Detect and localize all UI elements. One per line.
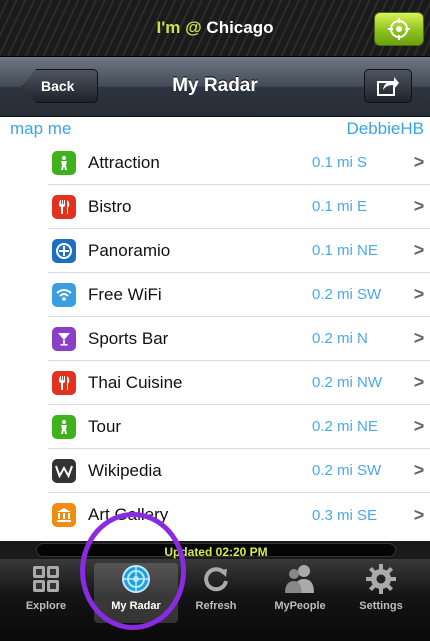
restaurant-icon	[52, 370, 76, 395]
location-label: I'm @ Chicago	[0, 18, 430, 38]
list-item[interactable]: Tour 0.2 mi NE >	[48, 405, 430, 449]
locate-button[interactable]	[374, 12, 424, 46]
chevron-right-icon: >	[413, 460, 425, 480]
place-distance: 0.2 mi SW	[312, 462, 382, 479]
people-icon	[285, 565, 314, 593]
tab-refresh[interactable]: Refresh	[186, 563, 246, 623]
place-distance: 0.3 mi SE	[312, 506, 378, 524]
explore-icon	[33, 566, 59, 592]
place-name: Panoramio	[88, 240, 171, 260]
location-city: Chicago	[206, 18, 274, 37]
tab-label: My Radar	[111, 600, 161, 612]
list-item[interactable]: Panoramio 0.1 mi NE >	[48, 229, 430, 273]
tab-label: MyPeople	[274, 600, 326, 612]
tab-bar: Explore My Radar Refresh MyPeople Settin…	[0, 559, 430, 641]
place-name: Art Gallery	[88, 505, 169, 524]
place-distance: 0.2 mi NE	[312, 418, 378, 435]
list-item[interactable]: Wikipedia 0.2 mi SW >	[48, 449, 430, 493]
list-item[interactable]: Art Gallery 0.3 mi SE >	[48, 493, 430, 537]
attraction-icon	[52, 150, 76, 175]
wifi-icon	[52, 282, 76, 307]
tab-label: Settings	[359, 600, 403, 612]
chevron-right-icon: >	[413, 504, 425, 525]
share-icon	[377, 77, 399, 96]
place-name: Free WiFi	[88, 284, 162, 304]
chevron-right-icon: >	[413, 328, 425, 348]
cocktail-icon	[52, 326, 76, 351]
list-item[interactable]: Thai Cuisine 0.2 mi NW >	[48, 361, 430, 405]
place-name: Tour	[88, 416, 122, 436]
gear-icon	[366, 564, 396, 594]
place-rows: Attraction 0.1 mi S > Bistro 0.1 mi E > …	[48, 141, 430, 537]
location-bar: I'm @ Chicago	[0, 0, 430, 57]
attraction-icon	[52, 414, 76, 439]
place-name: Attraction	[88, 152, 160, 172]
tab-mypeople[interactable]: MyPeople	[262, 563, 338, 623]
museum-icon	[52, 503, 76, 527]
tab-settings[interactable]: Settings	[348, 563, 414, 623]
wikipedia-icon	[52, 458, 76, 483]
chevron-right-icon: >	[413, 196, 425, 216]
updated-time: Updated 02:20 PM	[164, 545, 268, 559]
place-name: Thai Cuisine	[88, 372, 183, 392]
place-distance: 0.2 mi NW	[312, 374, 383, 391]
list-header: map me DebbieHB	[10, 117, 424, 141]
tab-label: Explore	[25, 600, 67, 612]
list-item[interactable]: Bistro 0.1 mi E >	[48, 185, 430, 229]
place-distance: 0.1 mi S	[312, 154, 368, 171]
update-status-pill: Updated 02:20 PM	[36, 543, 396, 559]
navigation-bar: Back My Radar	[0, 57, 430, 117]
app-screen: I'm @ Chicago Back My Radar map me Debbi…	[0, 0, 430, 641]
location-prefix: I'm @	[156, 18, 207, 37]
list-item[interactable]: Free WiFi 0.2 mi SW >	[48, 273, 430, 317]
tab-explore[interactable]: Explore	[16, 563, 76, 623]
update-status-bar: Updated 02:20 PM	[0, 541, 430, 559]
place-name: Bistro	[88, 196, 132, 216]
restaurant-icon	[52, 194, 76, 219]
share-button[interactable]	[364, 69, 412, 103]
map-me-link[interactable]: map me	[10, 119, 71, 139]
chevron-right-icon: >	[413, 152, 425, 172]
place-distance: 0.1 mi NE	[312, 242, 378, 259]
tab-my-radar[interactable]: My Radar	[94, 563, 178, 623]
chevron-right-icon: >	[413, 240, 425, 260]
place-distance: 0.2 mi SW	[312, 286, 382, 303]
refresh-icon	[204, 567, 228, 592]
list-item[interactable]: Sports Bar 0.2 mi N >	[48, 317, 430, 361]
radar-list: map me DebbieHB Attraction 0.1 mi S > Bi…	[0, 117, 430, 542]
chevron-right-icon: >	[413, 284, 425, 304]
panoramio-icon	[52, 238, 76, 263]
chevron-right-icon: >	[413, 416, 425, 436]
place-distance: 0.1 mi E	[312, 198, 368, 215]
chevron-right-icon: >	[413, 372, 425, 392]
place-name: Wikipedia	[88, 460, 162, 480]
place-name: Sports Bar	[88, 328, 169, 348]
place-distance: 0.2 mi N	[312, 330, 368, 347]
radar-icon	[122, 565, 150, 593]
user-name-link[interactable]: DebbieHB	[347, 119, 425, 139]
list-item[interactable]: Attraction 0.1 mi S >	[48, 141, 430, 185]
crosshair-icon	[388, 18, 410, 40]
tab-label: Refresh	[195, 600, 237, 612]
